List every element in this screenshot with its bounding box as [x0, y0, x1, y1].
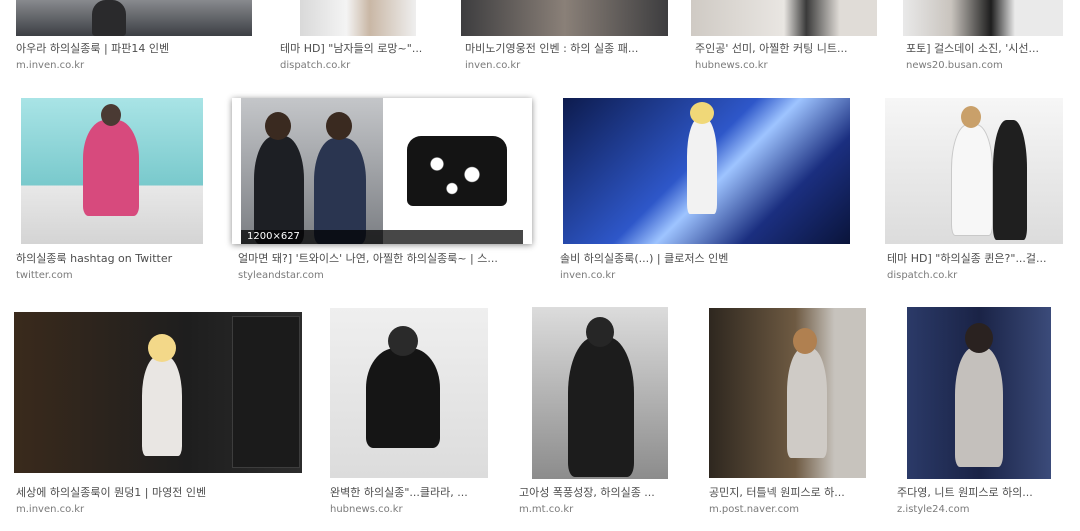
result-title[interactable]: 고아성 폭풍성장, 하의실종 ... [519, 486, 679, 500]
result-source[interactable]: m.mt.co.kr [519, 504, 679, 516]
figure-shape [366, 348, 440, 448]
thumbnail-image [16, 0, 252, 36]
result-thumbnail[interactable] [532, 307, 668, 479]
result-source[interactable]: m.inven.co.kr [16, 60, 252, 72]
result-title[interactable]: 솔비 하의실종룩(...) | 클로저스 인벤 [560, 252, 850, 266]
result-title[interactable]: 얼마면 돼?] '트와이스' 나연, 아찔한 하의실종룩~ | 스... [238, 252, 528, 266]
result-source[interactable]: inven.co.kr [560, 270, 850, 282]
result-title[interactable]: 완벽한 하의실종"...클라라, ... [330, 486, 490, 500]
figure-head [961, 106, 981, 128]
result-title[interactable]: 아우라 하의실종룩 | 파판14 인벤 [16, 42, 252, 56]
figure-shape [83, 120, 139, 216]
result-source[interactable]: twitter.com [16, 270, 216, 282]
result-source[interactable]: inven.co.kr [465, 60, 665, 72]
figure-head [265, 112, 291, 140]
result-thumbnail[interactable] [885, 98, 1063, 244]
figure-head [793, 328, 817, 354]
figure-shape [254, 136, 304, 244]
result-source[interactable]: styleandstar.com [238, 270, 528, 282]
result-thumbnail[interactable] [563, 98, 850, 244]
result-title[interactable]: 테마 HD] "남자들의 로망~"... [280, 42, 440, 56]
figure-shape [955, 347, 1003, 467]
result-thumbnail[interactable] [16, 0, 252, 36]
result-title[interactable]: 마비노기영웅전 인벤 : 하의 실종 패... [465, 42, 665, 56]
figure-head [388, 326, 418, 356]
figure-head [148, 334, 176, 362]
figure-shape [993, 120, 1027, 240]
result-title[interactable]: 주인공' 선미, 아찔한 커팅 니트... [695, 42, 870, 56]
figure-shape [314, 138, 366, 244]
result-thumbnail[interactable] [461, 0, 668, 36]
figure-shape [142, 356, 182, 456]
result-thumbnail[interactable] [300, 0, 416, 36]
figure-shape [951, 124, 993, 236]
figure-shape [787, 348, 827, 458]
result-title[interactable]: 공민지, 터틀넥 원피스로 하... [709, 486, 869, 500]
result-thumbnail[interactable] [691, 0, 877, 36]
result-source[interactable]: m.post.naver.com [709, 504, 869, 516]
thumbnail-image [461, 0, 668, 36]
product-shirt-image [407, 136, 507, 206]
figure-shape [568, 337, 634, 477]
result-thumbnail[interactable] [907, 307, 1051, 479]
figure-head [101, 104, 121, 126]
result-source[interactable]: news20.busan.com [906, 60, 1066, 72]
result-title[interactable]: 하의실종룩 hashtag on Twitter [16, 252, 216, 266]
result-title[interactable]: 테마 HD] "하의실종 퀸은?"...걸... [887, 252, 1065, 266]
result-source[interactable]: hubnews.co.kr [695, 60, 870, 72]
figure-shape [687, 118, 717, 214]
figure-head [326, 112, 352, 140]
result-title[interactable]: 포토] 걸스데이 소진, '시선... [906, 42, 1066, 56]
result-thumbnail[interactable]: 1200×627 [232, 98, 532, 244]
figure-head [690, 102, 714, 124]
game-ui-panel [232, 316, 300, 468]
result-source[interactable]: z.istyle24.com [897, 504, 1057, 516]
result-title[interactable]: 주다영, 니트 원피스로 하의... [897, 486, 1057, 500]
result-source[interactable]: m.inven.co.kr [16, 504, 302, 516]
result-thumbnail[interactable] [14, 312, 302, 473]
figure-shape [92, 0, 126, 36]
result-source[interactable]: dispatch.co.kr [280, 60, 440, 72]
result-title[interactable]: 세상에 하의실종룩이 뭔덩1 | 마영전 인벤 [16, 486, 302, 500]
result-thumbnail[interactable] [709, 308, 866, 478]
image-dimensions-label: 1200×627 [241, 230, 523, 244]
result-thumbnail[interactable] [330, 308, 488, 478]
result-source[interactable]: dispatch.co.kr [887, 270, 1065, 282]
result-thumbnail[interactable] [903, 0, 1063, 36]
thumbnail-image [300, 0, 416, 36]
figure-head [586, 317, 614, 347]
thumbnail-image [691, 0, 877, 36]
result-thumbnail[interactable] [21, 98, 203, 244]
result-source[interactable]: hubnews.co.kr [330, 504, 490, 516]
figure-head [965, 323, 993, 353]
thumbnail-image [903, 0, 1063, 36]
